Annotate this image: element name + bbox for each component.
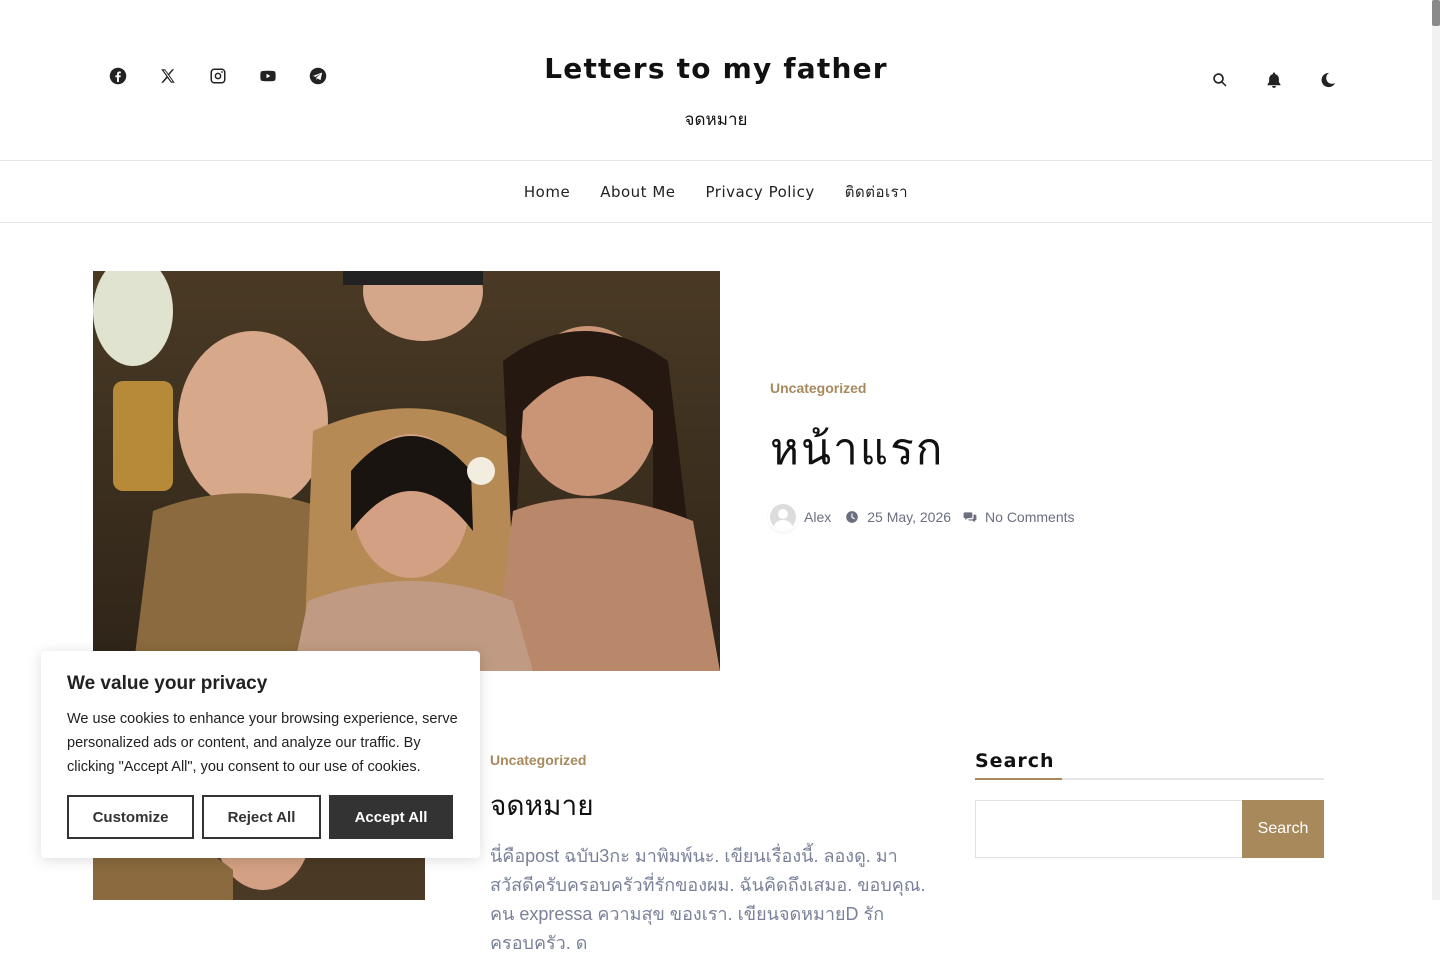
search-icon[interactable] xyxy=(1210,69,1230,91)
comments-icon xyxy=(963,510,977,524)
cookie-text: We use cookies to enhance your browsing … xyxy=(67,711,458,775)
site-tagline: จดหมาย xyxy=(684,110,748,129)
cookie-title: We value your privacy xyxy=(67,673,268,694)
nav-item-home[interactable]: Home xyxy=(524,183,570,201)
featured-post-info: Uncategorized หน้าแรก Alex 25 May, 2026 … xyxy=(770,380,1075,530)
search-widget: Search Search xyxy=(975,750,1324,858)
post-title[interactable]: จดหมาย xyxy=(490,784,930,828)
comments-link[interactable]: No Comments xyxy=(985,509,1074,525)
search-form: Search xyxy=(975,800,1324,858)
site-header: Letters to my father จดหมาย xyxy=(0,0,1432,161)
page-scrollbar[interactable] xyxy=(1432,0,1440,900)
cookie-consent-banner: We value your privacy We use cookies to … xyxy=(41,651,480,858)
scrollbar-thumb[interactable] xyxy=(1432,0,1440,26)
featured-post-title[interactable]: หน้าแรก xyxy=(770,414,1075,484)
post-card: Uncategorized จดหมาย นี่คือpost ฉบับ3กะ … xyxy=(490,752,930,958)
author-link[interactable]: Alex xyxy=(804,509,831,525)
post-excerpt: นี่คือpost ฉบับ3กะ มาพิมพ์นะ. เขียนเรื่อ… xyxy=(490,846,926,953)
post-date[interactable]: 25 May, 2026 xyxy=(867,509,951,525)
post-category-link[interactable]: Uncategorized xyxy=(490,752,586,768)
accept-all-button[interactable]: Accept All xyxy=(329,795,453,839)
author-avatar[interactable] xyxy=(770,504,796,530)
main-nav: Home About Me Privacy Policy ติดต่อเรา xyxy=(0,161,1432,223)
cookie-buttons: Customize Reject All Accept All xyxy=(67,795,453,839)
customize-button[interactable]: Customize xyxy=(67,795,194,839)
reject-all-button[interactable]: Reject All xyxy=(202,795,321,839)
bell-icon[interactable] xyxy=(1264,69,1284,91)
featured-post-meta: Alex 25 May, 2026 No Comments xyxy=(770,504,1075,530)
search-button[interactable]: Search xyxy=(1242,800,1324,858)
clock-icon xyxy=(845,510,859,524)
moon-icon[interactable] xyxy=(1318,69,1338,91)
featured-category-link[interactable]: Uncategorized xyxy=(770,380,866,396)
search-widget-title: Search xyxy=(975,750,1324,780)
nav-item-privacy-policy[interactable]: Privacy Policy xyxy=(706,183,815,201)
search-input[interactable] xyxy=(975,800,1242,858)
header-tools xyxy=(1210,69,1338,91)
nav-item-about-me[interactable]: About Me xyxy=(600,183,675,201)
nav-item-contact[interactable]: ติดต่อเรา xyxy=(845,180,908,204)
featured-post-image[interactable] xyxy=(93,271,720,671)
